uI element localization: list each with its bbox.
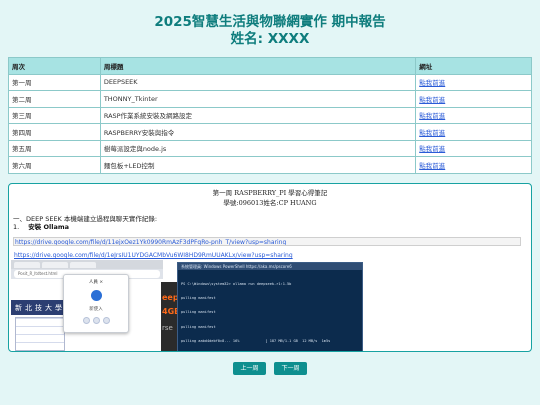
step-number: 1. [13,223,20,231]
table-row: 第三周 RASP作業系統安裝及網路設定 點我前進 [8,106,532,124]
browser-tab [70,261,96,268]
table-row: 第一周 DEEPSEEK 點我前進 [8,73,532,91]
prev-week-button[interactable]: 上一周 [233,362,266,375]
dialog-title: 人員 × [88,280,104,285]
week6-link[interactable]: 點我前進 [419,162,445,170]
terminal-line: PS C:\Windows\system32> ollama run deeps… [181,281,292,286]
link-cell: 點我前進 [415,106,532,124]
drive-link-2[interactable]: https://drive.google.com/file/d/1eJrsIU1… [13,251,521,260]
link-cell: 點我前進 [415,123,532,141]
student-id-line: 學號:096013姓名:CP HUANG [223,199,317,207]
next-week-button[interactable]: 下一周 [274,362,307,375]
week1-link[interactable]: 點我前進 [419,79,445,87]
content-panel[interactable]: 第一周 RASPBERRY_PI 學習心得筆記 學號:096013姓名:CP H… [8,183,532,352]
title-cell: DEEPSEEK [99,73,417,91]
panel-title-line: 第一周 RASPBERRY_PI 學習心得筆記 [212,189,328,197]
terminal-line: pulling aabd4debf0c8... 16% ] 187 MB/1.1… [181,339,331,344]
table-row: 第二周 THONNY_Tkinter 點我前進 [8,90,532,108]
week3-link[interactable]: 點我前進 [419,112,445,120]
terminal-line: pulling manifest [181,324,216,329]
header-title: 周標題 [99,57,417,75]
weekly-schedule-table: 周次 周標題 網址 第一周 DEEPSEEK 點我前進 第二周 THONNY_T… [8,57,532,174]
link-cell: 點我前進 [415,90,532,108]
slide-text: rse [162,324,173,332]
embedded-screenshot: Posit_R_ltdtest.html 新北技大學 人員 × 新使入 eep … [11,260,363,351]
step-heading: 1. 安裝 Ollama [13,223,69,231]
week-cell: 第六周 [8,156,101,174]
link-cell: 點我前進 [415,139,532,157]
table-row: 第五周 樹莓派設定與node.js 點我前進 [8,139,532,157]
header-url: 網址 [415,57,532,75]
terminal-title: 系統管理員: Windows PowerShell https://aka.ms… [178,263,362,270]
week4-link[interactable]: 點我前進 [419,129,445,137]
student-name: 姓名: XXXX [230,31,310,47]
step-label: 安裝 Ollama [28,223,69,231]
site-banner-text: 新北技大學 [15,304,65,312]
dialog-name: 新使入 [89,307,103,312]
week-cell: 第五周 [8,139,101,157]
link-cell: 點我前進 [415,73,532,91]
title-cell: RASPBERRY安裝與指令 [99,123,417,141]
avatar [90,290,102,301]
week-cell: 第二周 [8,90,101,108]
dialog-icons [64,317,128,324]
week-cell: 第四周 [8,123,101,141]
report-title: 2025智慧生活與物聯網實作 期中報告 [154,14,386,30]
browser-tab [42,261,68,268]
terminal-line: pulling manifest [181,295,216,300]
browser-tab [14,261,40,268]
title-cell: RASP作業系統安裝及網路設定 [99,106,417,124]
browser-window: Posit_R_ltdtest.html 新北技大學 人員 × 新使入 [11,260,163,351]
table-row: 第四周 RASPBERRY安裝與指令 點我前進 [8,123,532,141]
title-cell: 樹莓派設定與node.js [99,139,417,157]
week2-link[interactable]: 點我前進 [419,96,445,104]
table-header-row: 周次 周標題 網址 [8,57,532,75]
page-grid [15,317,65,351]
week-cell: 第三周 [8,106,101,124]
terminal-output: PS C:\Windows\system32> ollama run deeps… [178,270,362,351]
account-icon [102,317,110,324]
terminal-line: pulling manifest [181,310,216,315]
title-cell: THONNY_Tkinter [99,90,417,108]
page-title: 2025智慧生活與物聯網實作 期中報告 姓名: XXXX [0,14,540,48]
title-cell: 麵包板+LED控制 [99,156,417,174]
browser-tabs [11,260,163,269]
account-icon [82,317,90,324]
header-week: 周次 [8,57,101,75]
week5-link[interactable]: 點我前進 [419,145,445,153]
link-cell: 點我前進 [415,156,532,174]
drive-link-1[interactable]: https://drive.google.com/file/d/11ejxOez… [13,237,521,246]
week-cell: 第一周 [8,73,101,91]
table-row: 第六周 麵包板+LED控制 點我前進 [8,156,532,174]
account-dialog: 人員 × 新使入 [63,274,129,333]
powershell-window: 系統管理員: Windows PowerShell https://aka.ms… [177,262,363,351]
account-icon [92,317,100,324]
panel-title: 第一周 RASPBERRY_PI 學習心得筆記 學號:096013姓名:CP H… [9,188,531,208]
section-intro: 一、DEEP SEEK 本機端建立過程與聊天實作紀錄: [13,215,158,223]
